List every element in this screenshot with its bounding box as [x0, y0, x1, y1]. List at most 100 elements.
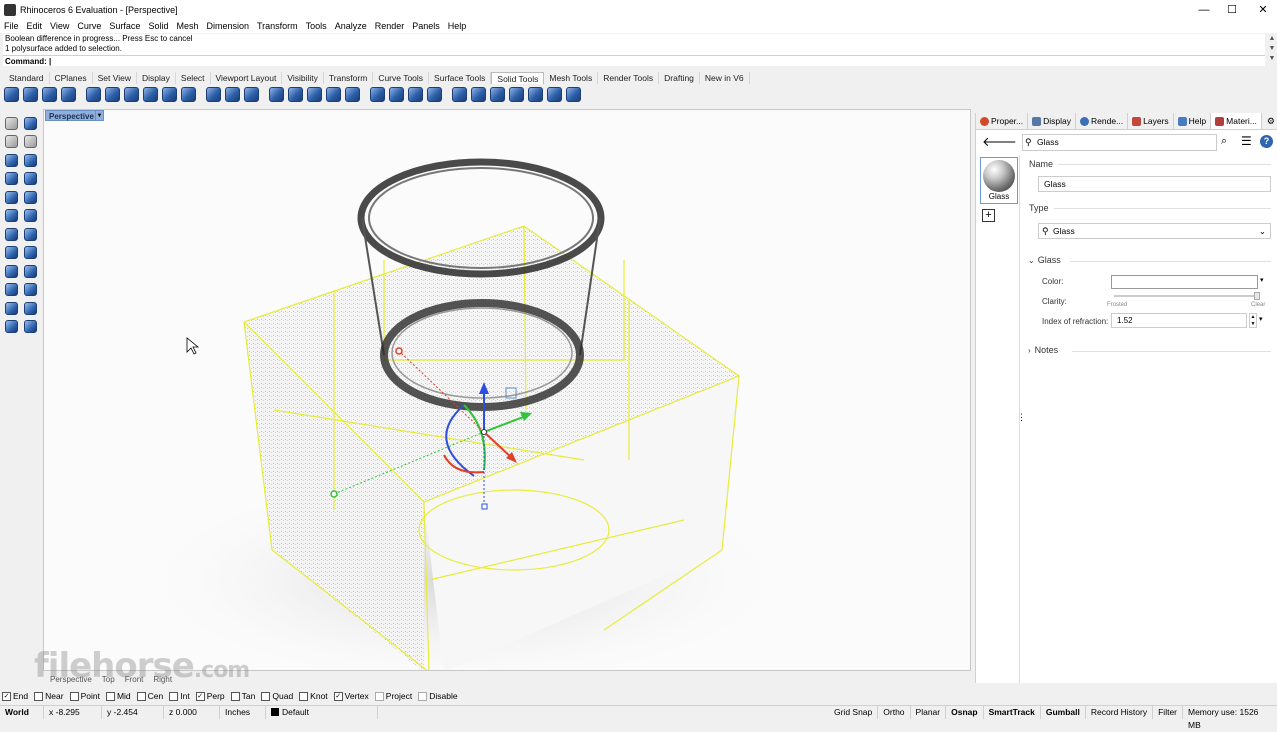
tab-cplanes[interactable]: CPlanes: [50, 72, 93, 84]
ior-input[interactable]: 1.52: [1111, 313, 1247, 328]
checkbox[interactable]: ✓: [333, 691, 343, 701]
cap-planar-holes-icon[interactable]: [86, 87, 101, 102]
color-dropdown-chevron-icon[interactable]: ▾: [1260, 276, 1264, 284]
make-hole-icon[interactable]: [345, 87, 360, 102]
mesh-sphere-icon[interactable]: [24, 320, 37, 334]
extract-wireframe-icon[interactable]: [509, 87, 524, 102]
curve-icon[interactable]: [24, 153, 37, 167]
ior-dropdown-chevron-icon[interactable]: ▾: [1259, 315, 1263, 323]
tab-surface-tools[interactable]: Surface Tools: [429, 72, 492, 84]
menu-view[interactable]: View: [46, 21, 73, 31]
polyline-icon[interactable]: [5, 135, 18, 149]
menu-surface[interactable]: Surface: [105, 21, 144, 31]
delete-hole-icon[interactable]: [427, 87, 442, 102]
osnap-mid[interactable]: Mid: [105, 691, 131, 701]
boolean-union-icon[interactable]: [4, 87, 19, 102]
panel-resize-handle[interactable]: ⋮: [1017, 412, 1026, 423]
move-face-icon[interactable]: [225, 87, 240, 102]
panel-options-gear-icon[interactable]: ⚙: [1267, 116, 1277, 127]
close-button[interactable]: ✕: [1247, 0, 1277, 19]
ellipsoid-icon[interactable]: [24, 190, 37, 204]
surface-icon[interactable]: [5, 153, 18, 167]
menu-dimension[interactable]: Dimension: [202, 21, 253, 31]
back-arrow-icon[interactable]: 🡐: [982, 134, 1017, 150]
fold-face-icon[interactable]: [490, 87, 505, 102]
checkbox[interactable]: [261, 691, 271, 701]
panel-tab-materials[interactable]: Materi...: [1211, 113, 1262, 129]
box-corner-icon[interactable]: [24, 172, 37, 186]
select-arrow-icon[interactable]: [5, 116, 18, 130]
menu-transform[interactable]: Transform: [253, 21, 302, 31]
tab-solid-tools[interactable]: Solid Tools: [491, 72, 545, 84]
cplane-status[interactable]: World: [0, 705, 44, 719]
tab-display[interactable]: Display: [137, 72, 176, 84]
checkbox[interactable]: [299, 691, 309, 701]
osnap-near[interactable]: Near: [34, 691, 64, 701]
viewport-title[interactable]: Perspective: [45, 110, 98, 121]
tab-visibility[interactable]: Visibility: [282, 72, 324, 84]
gumball-toggle[interactable]: Gumball: [1041, 705, 1086, 719]
material-thumbnail-glass[interactable]: Glass: [980, 157, 1018, 204]
menu-icon[interactable]: ☰: [1241, 134, 1252, 148]
menu-render[interactable]: Render: [371, 21, 409, 31]
color-swatch[interactable]: [1111, 275, 1258, 289]
wire-cut-icon[interactable]: [326, 87, 341, 102]
checkbox[interactable]: [105, 691, 115, 701]
pyramid-icon[interactable]: [5, 246, 18, 260]
pipe-icon[interactable]: [24, 283, 37, 297]
checkbox[interactable]: [230, 691, 240, 701]
menu-curve[interactable]: Curve: [73, 21, 105, 31]
osnap-vertex[interactable]: ✓ Vertex: [333, 691, 369, 701]
checkbox[interactable]: ✓: [2, 691, 11, 701]
tab-transform[interactable]: Transform: [324, 72, 374, 84]
menu-file[interactable]: File: [0, 21, 23, 31]
clarity-slider-track[interactable]: [1114, 295, 1257, 297]
truncated-cone-icon[interactable]: [24, 227, 37, 241]
tab-render-tools[interactable]: Render Tools: [598, 72, 660, 84]
truncated-pyramid-icon[interactable]: [24, 246, 37, 260]
torus-icon[interactable]: [5, 283, 18, 297]
blend-edge-icon[interactable]: [288, 87, 303, 102]
variable-fillet-icon[interactable]: [307, 87, 322, 102]
record-history-toggle[interactable]: Record History: [1086, 705, 1154, 719]
chamfer-edge-icon[interactable]: [269, 87, 284, 102]
tab-set-view[interactable]: Set View: [93, 72, 138, 84]
checkbox[interactable]: [34, 691, 44, 701]
checkbox[interactable]: ✓: [195, 691, 205, 701]
tab-standard[interactable]: Standard: [4, 72, 50, 84]
menu-panels[interactable]: Panels: [408, 21, 444, 31]
fillet-edge-icon[interactable]: [124, 87, 139, 102]
solid-tools-more-icon[interactable]: [566, 87, 581, 102]
paraboloid-icon[interactable]: [5, 209, 18, 223]
box-icon[interactable]: [5, 172, 18, 186]
extrude-face-icon[interactable]: [206, 87, 221, 102]
solid-box-icon[interactable]: [162, 87, 177, 102]
filter-toggle[interactable]: Filter: [1153, 705, 1183, 719]
array-hole-icon[interactable]: [408, 87, 423, 102]
ortho-toggle[interactable]: Ortho: [878, 705, 911, 719]
menu-mesh[interactable]: Mesh: [172, 21, 202, 31]
osnap-point[interactable]: Point: [69, 691, 100, 701]
explode-solid-icon[interactable]: [547, 87, 562, 102]
osnap-cen[interactable]: Cen: [136, 691, 163, 701]
menu-help[interactable]: Help: [444, 21, 471, 31]
move-hole-icon[interactable]: [370, 87, 385, 102]
tab-mesh-tools[interactable]: Mesh Tools: [544, 72, 599, 84]
mesh-grid-icon[interactable]: [528, 87, 543, 102]
panel-tab-properties[interactable]: Proper...: [976, 113, 1029, 129]
checkbox[interactable]: [136, 691, 146, 701]
menu-tools[interactable]: Tools: [302, 21, 331, 31]
tab-viewport-layout[interactable]: Viewport Layout: [211, 72, 283, 84]
panel-tab-display[interactable]: Display: [1028, 113, 1077, 129]
grid-snap-toggle[interactable]: Grid Snap: [829, 705, 879, 719]
checkbox[interactable]: [69, 691, 79, 701]
ior-spinner[interactable]: ▲ ▼: [1249, 313, 1257, 328]
tube-icon[interactable]: [24, 264, 37, 278]
panel-tab-layers[interactable]: Layers: [1128, 113, 1174, 129]
move-edge-icon[interactable]: [244, 87, 259, 102]
extrude-icon[interactable]: [5, 301, 18, 315]
tab-curve-tools[interactable]: Curve Tools: [373, 72, 430, 84]
osnap-end[interactable]: ✓ End: [2, 691, 28, 701]
menu-analyze[interactable]: Analyze: [331, 21, 371, 31]
boolean-intersection-icon[interactable]: [42, 87, 57, 102]
